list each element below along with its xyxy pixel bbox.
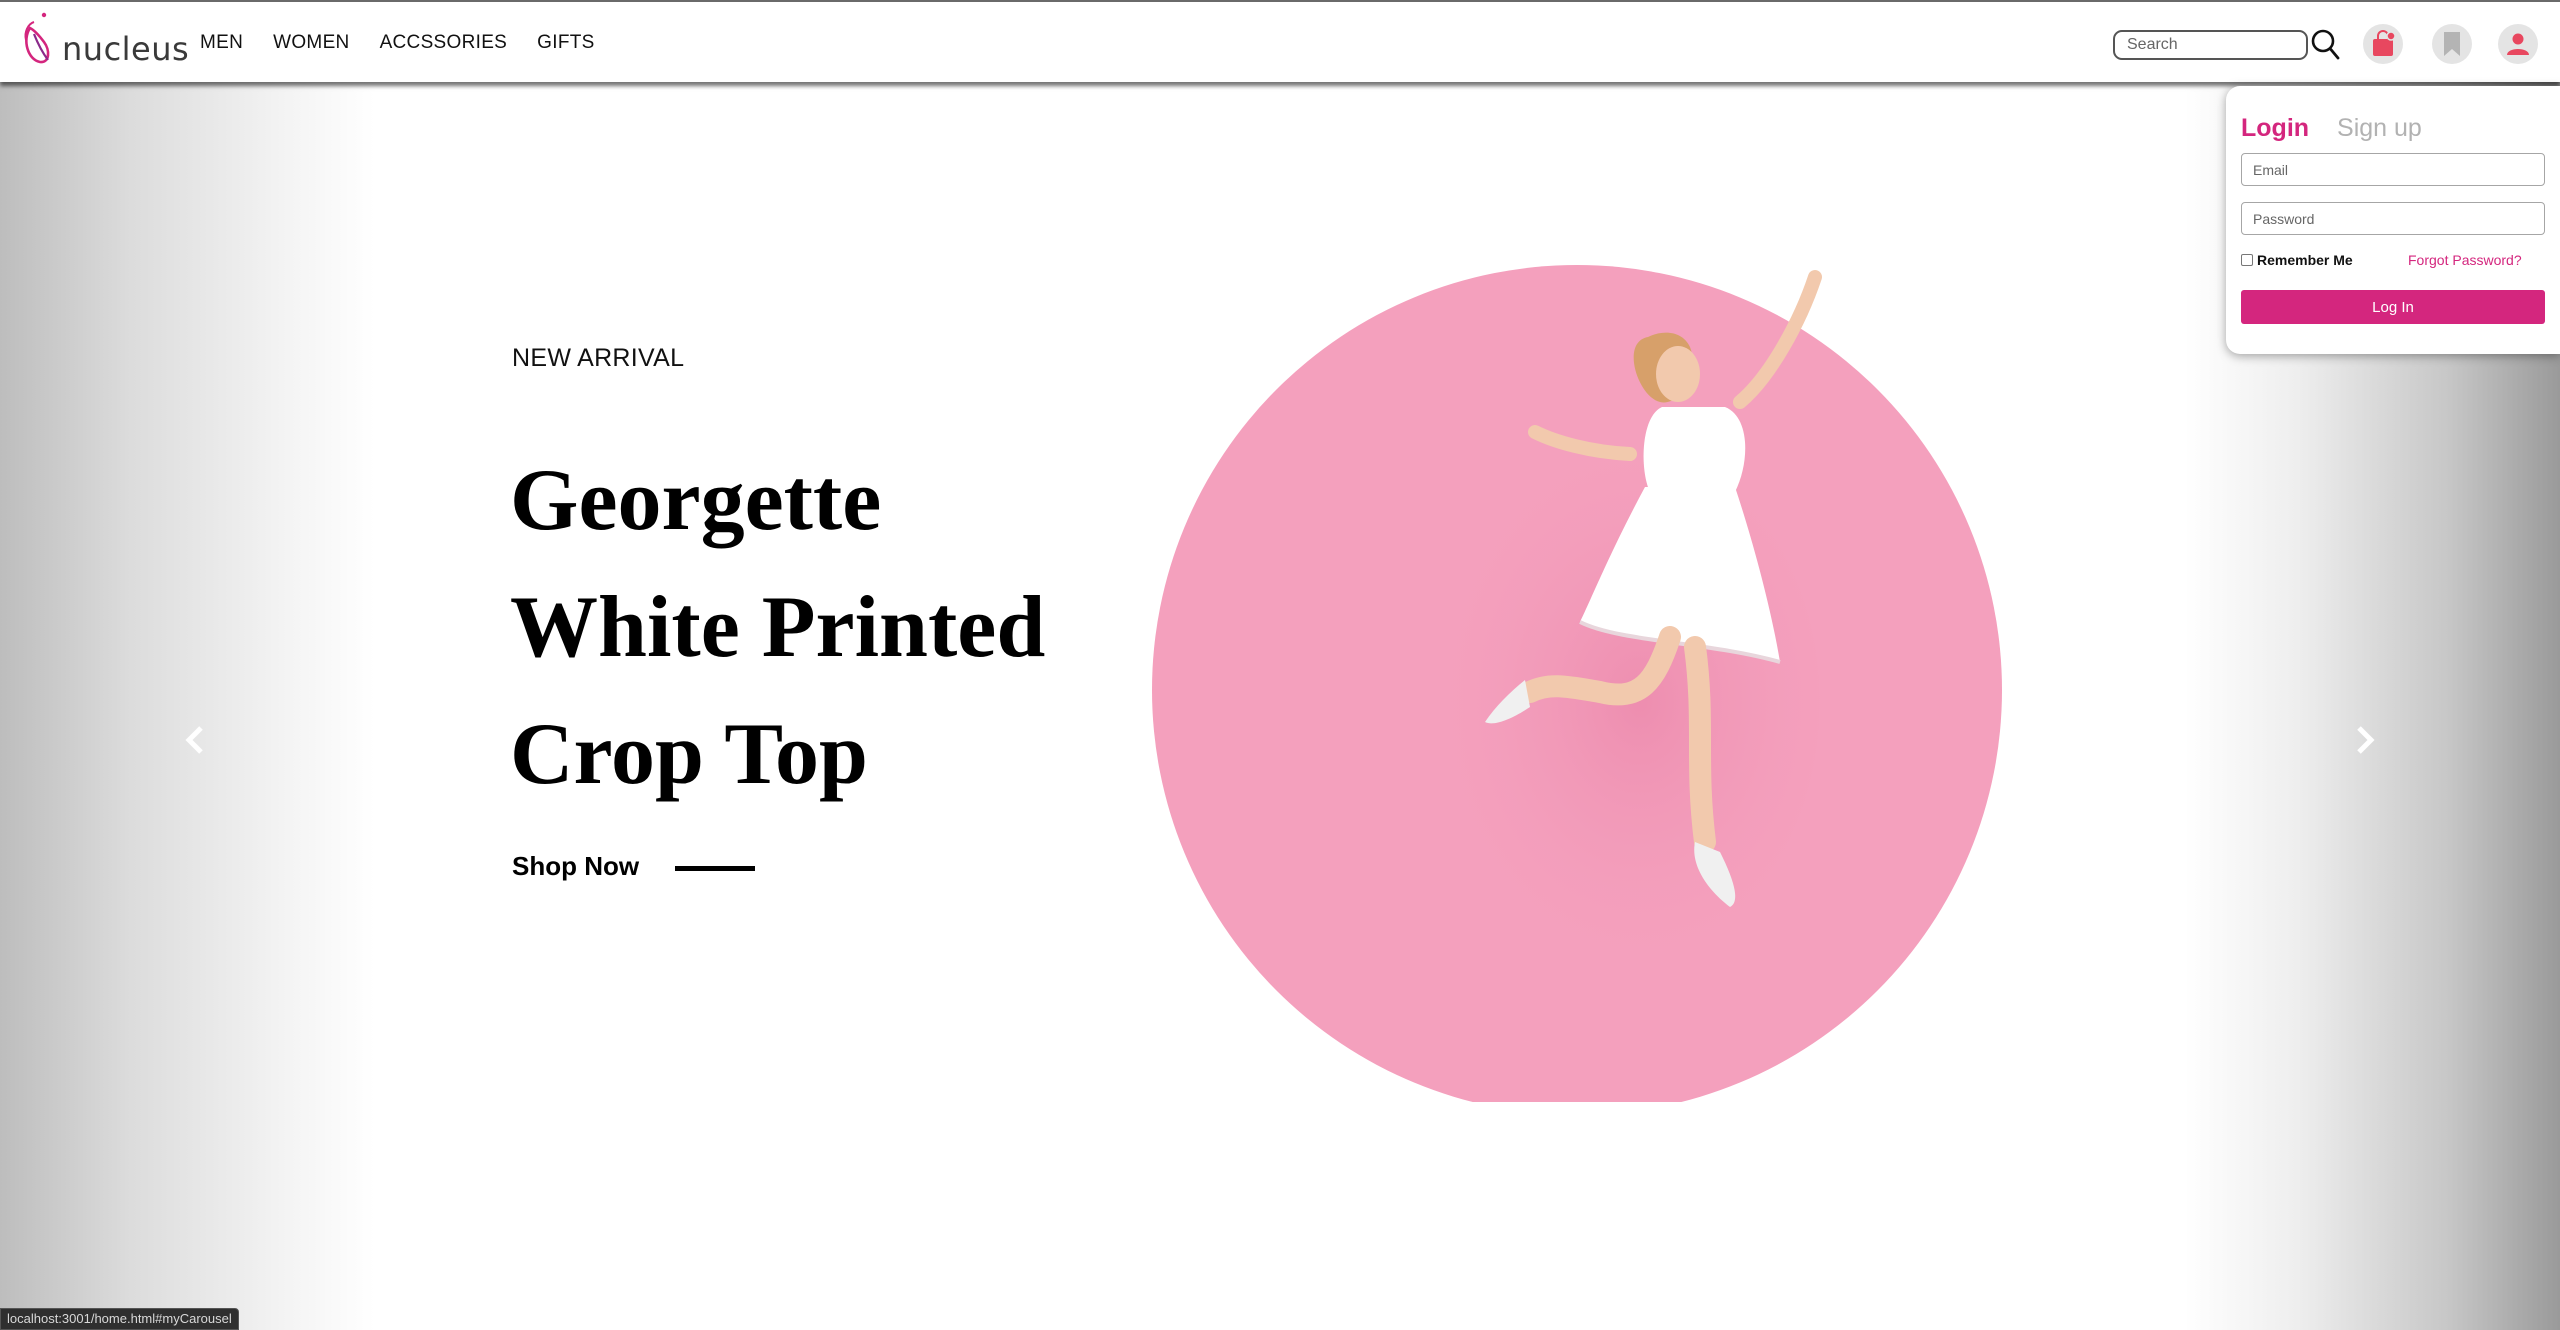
forgot-password-link[interactable]: Forgot Password? [2408,252,2522,268]
remember-me-label: Remember Me [2257,252,2353,268]
hero-title-line: White Printed [510,579,1046,676]
user-icon [2507,33,2529,55]
search-input[interactable] [2113,30,2308,60]
password-field[interactable] [2241,202,2545,235]
remember-me-checkbox[interactable] [2241,254,2253,266]
wishlist-button[interactable] [2432,24,2472,64]
logo-mark-icon [24,12,50,64]
chevron-right-icon[interactable] [2346,722,2382,758]
login-button[interactable]: Log In [2241,290,2545,324]
nav-link-accessories[interactable]: ACCSSORIES [380,32,508,54]
cart-button[interactable] [2363,24,2403,64]
top-navbar: nucleus MEN WOMEN ACCSSORIES GIFTS [0,0,2560,82]
hero-title-line: Georgette [510,452,882,549]
hero-title: Georgette White Printed Crop Top [510,437,1210,818]
shop-now-underline [675,866,756,871]
email-field[interactable] [2241,153,2545,186]
nav-link-men[interactable]: MEN [200,32,243,54]
nav-link-women[interactable]: WOMEN [273,32,349,54]
search-icon[interactable] [2310,28,2340,60]
search-box [2113,30,2308,60]
hero-title-line: Crop Top [510,706,868,803]
tab-signup[interactable]: Sign up [2337,114,2422,143]
login-dropdown: Login Sign up Remember Me Forgot Passwor… [2226,86,2560,354]
tab-login[interactable]: Login [2241,114,2309,143]
auth-tabs: Login Sign up [2241,114,2422,143]
nav-link-gifts[interactable]: GIFTS [537,32,594,54]
shop-now-link[interactable]: Shop Now [512,851,756,882]
carousel-prev-area[interactable] [0,82,375,1330]
browser-status-bar: localhost:3001/home.html#myCarousel [0,1308,239,1330]
main-nav: MEN WOMEN ACCSSORIES GIFTS [200,32,595,54]
hero-carousel: NEW ARRIVAL Georgette White Printed Crop… [0,82,2560,1330]
shopping-bag-icon [2373,30,2396,56]
bookmark-icon [2444,32,2460,56]
remember-me: Remember Me [2241,252,2353,268]
hero-eyebrow: NEW ARRIVAL [512,344,685,372]
brand-logo[interactable]: nucleus [20,10,189,70]
chevron-left-icon[interactable] [178,722,214,758]
account-button[interactable] [2498,24,2538,64]
hero-product-image [1152,265,2002,1102]
shop-now-label: Shop Now [512,851,640,881]
brand-name: nucleus [62,30,190,68]
